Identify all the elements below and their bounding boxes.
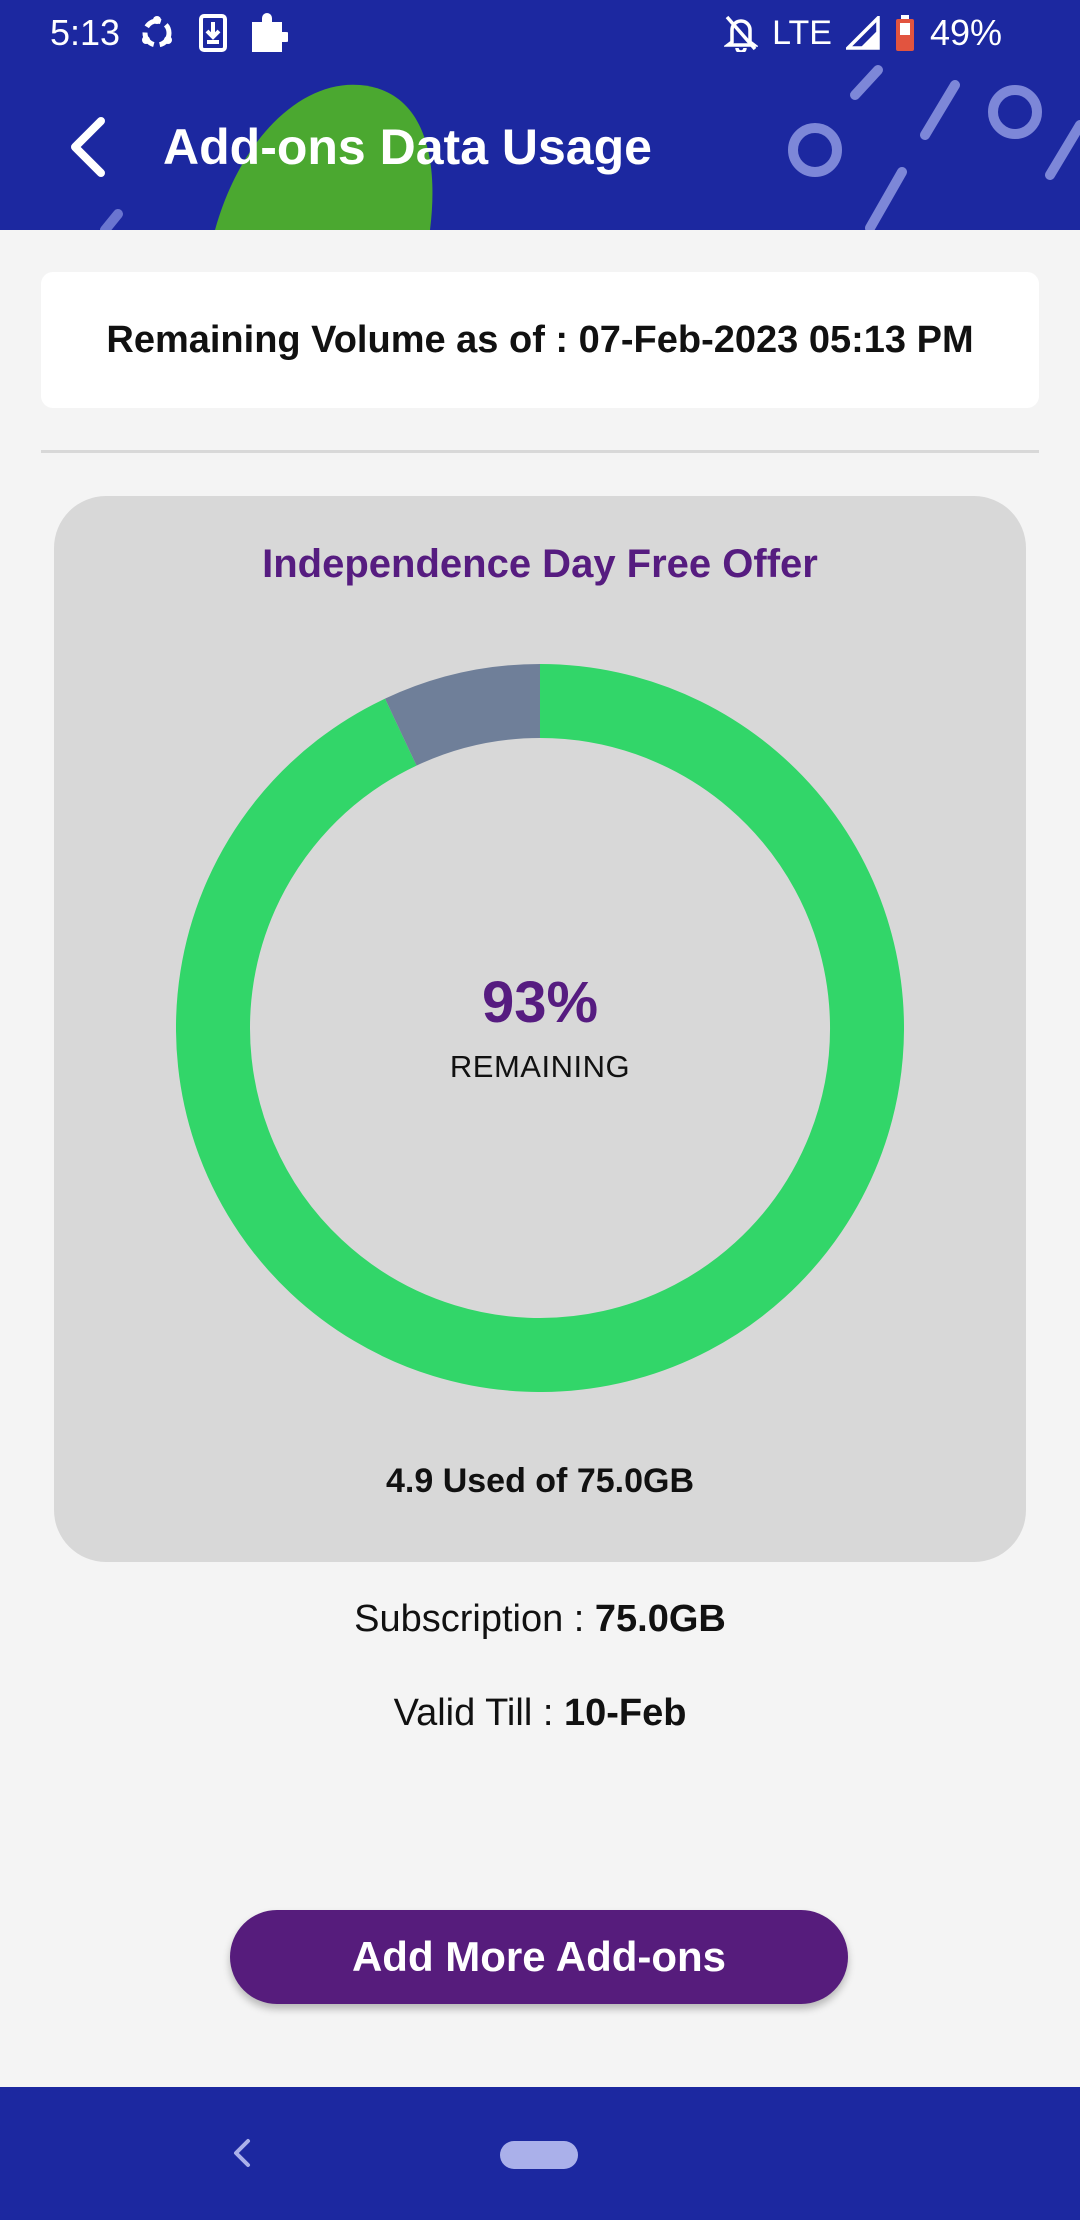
sync-icon (142, 16, 172, 48)
puzzle-icon (252, 13, 288, 52)
app-bar: Add-ons Data Usage (0, 90, 1080, 210)
nav-back-icon[interactable] (222, 2133, 262, 2173)
battery-percentage: 49% (929, 12, 1002, 53)
nav-home-pill[interactable] (500, 2141, 578, 2169)
valid-till-value: 10-Feb (563, 1692, 687, 1734)
status-icons-right: LTE 49% (724, 12, 1002, 54)
usage-card: Independence Day Free Offer 93% REMAININ… (54, 496, 1026, 1562)
battery-icon (895, 15, 914, 51)
valid-till-label: Valid Till : (393, 1692, 564, 1734)
used-of-total: 4.9 Used of 75.0GB (385, 1462, 694, 1500)
back-button[interactable] (52, 112, 122, 182)
donut-center: 93% REMAINING (176, 664, 904, 1392)
remaining-volume-card: Remaining Volume as of : 07-Feb-2023 05:… (41, 272, 1039, 408)
offer-title: Independence Day Free Offer (262, 542, 818, 586)
status-bar: 5:13 LTE 49% (0, 0, 1080, 66)
subscription-label: Subscription : (354, 1598, 595, 1640)
status-time: 5:13 (50, 12, 121, 53)
back-arrow-icon (71, 117, 105, 177)
remaining-volume-text: Remaining Volume as of : 07-Feb-2023 05:… (106, 318, 974, 361)
subscription-value: 75.0GB (594, 1598, 726, 1640)
signal-icon (845, 16, 880, 50)
subscription-info: Subscription : 75.0GB (0, 1598, 1080, 1641)
divider (41, 450, 1039, 453)
network-type: LTE (772, 13, 832, 52)
bell-off-icon (724, 15, 759, 52)
page-title: Add-ons Data Usage (163, 119, 652, 175)
header: 5:13 LTE 49% Add-ons Data Usage (0, 0, 1080, 230)
remaining-percent: 93% (481, 970, 599, 1036)
add-more-addons-button[interactable]: Add More Add-ons (230, 1910, 848, 2004)
app-root: 5:13 LTE 49% Add-ons Data Usage Remainin… (0, 0, 1080, 2220)
download-icon (199, 14, 227, 52)
remaining-label: REMAINING (449, 1048, 631, 1084)
navigation-bar (0, 2087, 1080, 2220)
validity-info: Valid Till : 10-Feb (0, 1692, 1080, 1735)
status-icons-left (138, 12, 288, 54)
